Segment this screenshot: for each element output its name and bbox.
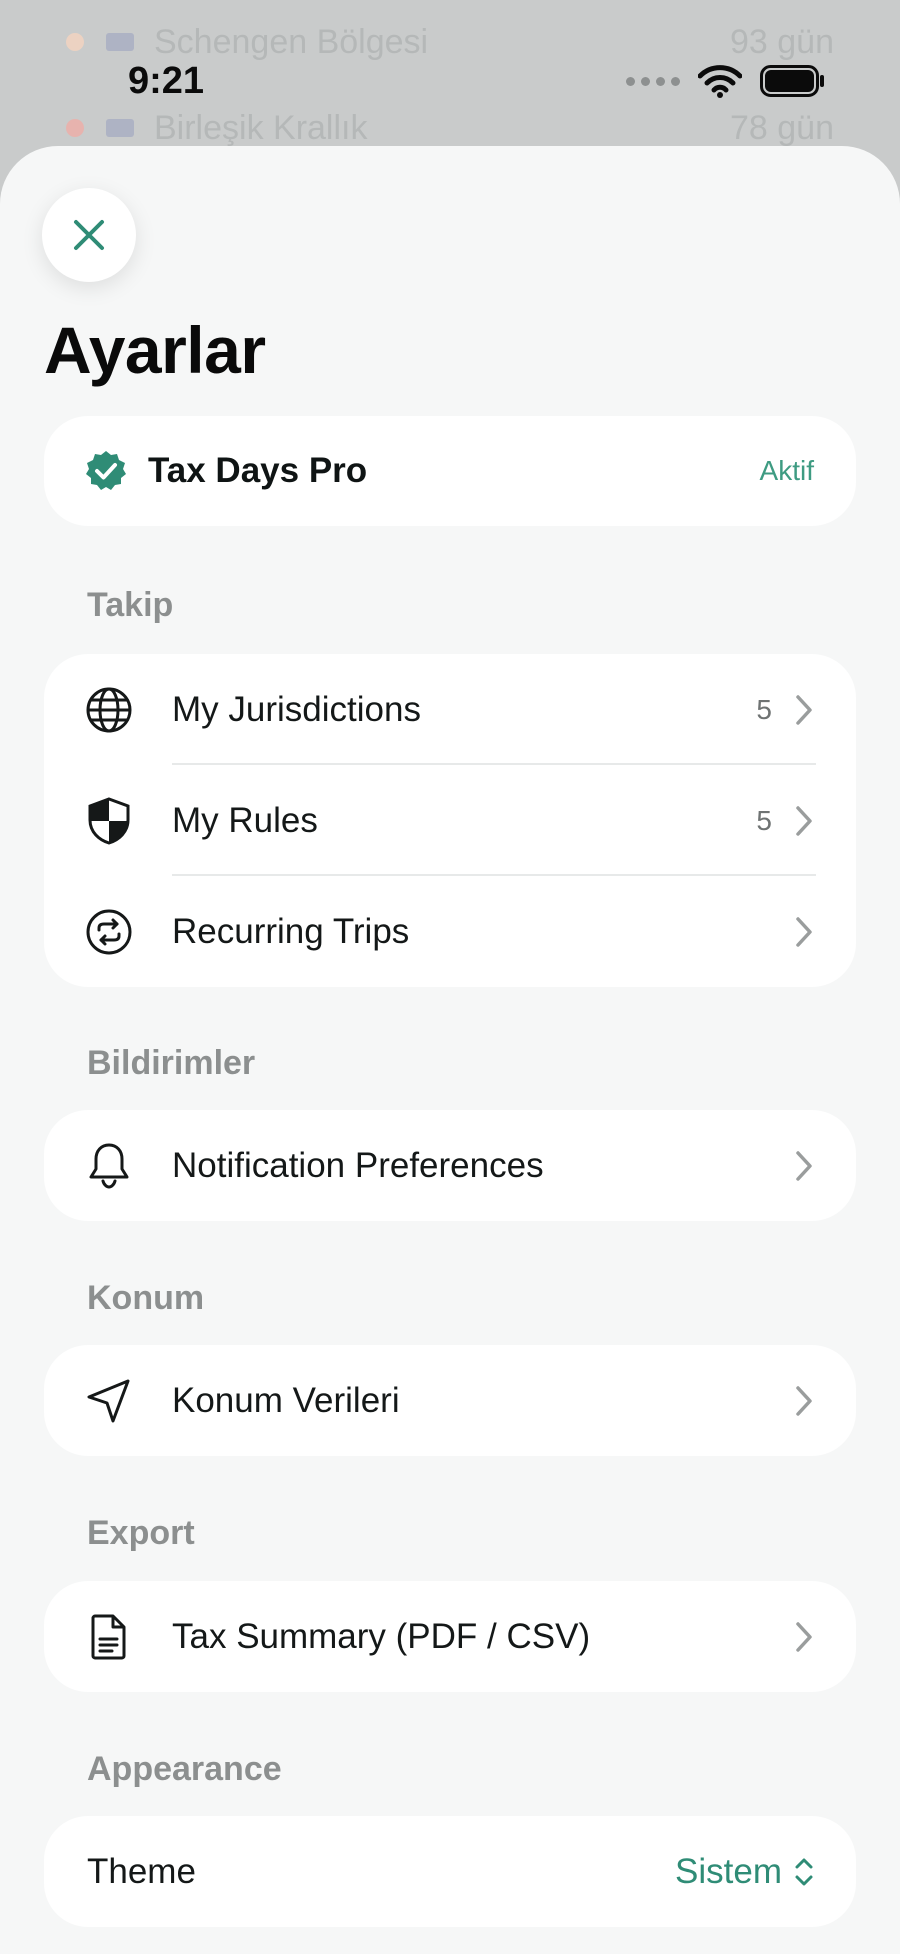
tracking-card: My Jurisdictions 5 My Rules 5 Recurring …: [44, 654, 856, 987]
settings-row-label: My Rules: [172, 800, 318, 840]
pro-title: Tax Days Pro: [148, 451, 368, 490]
theme-picker[interactable]: Sistem: [675, 1852, 814, 1892]
background-row-value: 78 gün: [730, 108, 834, 147]
page-title: Ayarlar: [44, 313, 266, 387]
close-icon: [74, 220, 104, 250]
section-label-export: Export: [87, 1514, 195, 1552]
count-badge: 5: [756, 693, 772, 725]
settings-row-notification-preferences[interactable]: Notification Preferences: [44, 1110, 856, 1221]
location-card: Konum Verileri: [44, 1345, 856, 1456]
chevron-right-icon: [796, 1622, 812, 1652]
status-bar: 9:21: [0, 54, 900, 114]
section-label-tracking: Takip: [87, 586, 174, 624]
settings-row-location-data[interactable]: Konum Verileri: [44, 1345, 856, 1456]
background-row: Birleşik Krallık 78 gün: [66, 108, 834, 148]
count-badge: 5: [756, 804, 772, 836]
settings-row-label: Notification Preferences: [172, 1145, 544, 1185]
flag-icon: [106, 119, 134, 137]
settings-row-label: Tax Summary (PDF / CSV): [172, 1616, 591, 1656]
document-icon: [91, 1614, 126, 1660]
globe-icon: [86, 687, 132, 733]
bell-icon: [89, 1143, 129, 1189]
settings-row-label: Konum Verileri: [172, 1380, 400, 1420]
pro-status-badge: Aktif: [759, 455, 814, 486]
status-time: 9:21: [128, 60, 205, 102]
status-dot: [66, 119, 84, 137]
notifications-card: Notification Preferences: [44, 1110, 856, 1221]
status-icons: [626, 64, 826, 98]
section-label-location: Konum: [87, 1279, 205, 1317]
battery-icon: [760, 65, 824, 97]
chevron-right-icon: [796, 695, 812, 725]
chevron-right-icon: [796, 1151, 812, 1181]
section-label-appearance: Appearance: [87, 1750, 282, 1788]
location-arrow-icon: [87, 1379, 130, 1423]
theme-value: Sistem: [675, 1851, 782, 1891]
settings-row-theme: Theme Sistem: [44, 1816, 856, 1927]
chevron-right-icon: [796, 917, 812, 947]
settings-row-rules[interactable]: My Rules 5: [44, 765, 856, 876]
close-button[interactable]: [42, 188, 136, 282]
settings-row-tax-summary[interactable]: Tax Summary (PDF / CSV): [44, 1581, 856, 1692]
pro-subscription-card[interactable]: Tax Days Pro Aktif: [44, 416, 856, 526]
export-card: Tax Summary (PDF / CSV): [44, 1581, 856, 1692]
settings-row-label: My Jurisdictions: [172, 689, 421, 729]
background-row-name: Birleşik Krallık: [154, 108, 368, 147]
flag-icon: [106, 33, 134, 51]
settings-row-jurisdictions[interactable]: My Jurisdictions 5: [44, 654, 856, 765]
cellular-signal-icon: [626, 76, 680, 86]
section-label-notifications: Bildirimler: [87, 1044, 256, 1082]
appearance-card: Theme Sistem: [44, 1816, 856, 1927]
settings-row-recurring-trips[interactable]: Recurring Trips: [44, 876, 856, 987]
theme-label: Theme: [87, 1851, 196, 1891]
status-dot: [66, 33, 84, 51]
shield-icon: [88, 797, 130, 845]
chevron-right-icon: [796, 1386, 812, 1416]
chevron-right-icon: [796, 806, 812, 836]
verified-badge-icon: [86, 451, 126, 490]
settings-row-label: Recurring Trips: [172, 911, 410, 951]
chevron-up-down-icon: [795, 1858, 813, 1885]
repeat-icon: [86, 909, 132, 955]
settings-sheet: Ayarlar Tax Days Pro Aktif Takip My Juri…: [0, 146, 900, 1954]
wifi-icon: [698, 65, 742, 98]
